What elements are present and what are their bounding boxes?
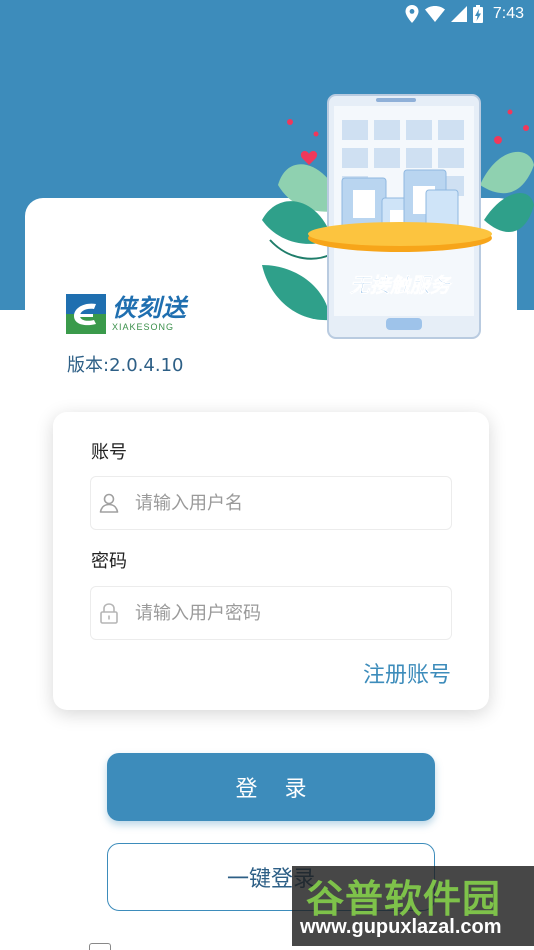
xiakesong-logo-icon bbox=[66, 294, 106, 334]
watermark-site-name: 谷普软件园 bbox=[306, 877, 502, 921]
user-icon bbox=[99, 493, 119, 513]
watermark: 谷普软件园 www.gupuxlazal.com bbox=[292, 866, 534, 946]
watermark-url: www.gupuxlazal.com bbox=[300, 916, 502, 938]
location-icon bbox=[405, 5, 419, 23]
password-field[interactable] bbox=[90, 586, 452, 640]
agreement-checkbox[interactable] bbox=[89, 943, 111, 950]
password-input[interactable] bbox=[135, 602, 435, 624]
lock-icon bbox=[100, 603, 118, 624]
app-logo: 侠刻送 XIAKESONG bbox=[66, 294, 187, 334]
login-form-card: 账号 密码 注册账号 bbox=[53, 412, 489, 710]
logo-name-en: XIAKESONG bbox=[112, 322, 175, 332]
account-input[interactable] bbox=[135, 492, 435, 514]
status-bar: 7:43 bbox=[0, 0, 534, 28]
login-button[interactable]: 登 录 bbox=[107, 753, 435, 821]
status-icons: 7:43 bbox=[405, 4, 524, 24]
register-account-link[interactable]: 注册账号 bbox=[363, 657, 451, 689]
status-time: 7:43 bbox=[492, 5, 524, 22]
battery-charging-icon bbox=[472, 5, 483, 23]
hero-banner-text: 无接触服务 bbox=[350, 273, 453, 297]
wifi-icon bbox=[424, 6, 445, 22]
logo-name-cn: 侠刻送 bbox=[112, 294, 187, 322]
signal-icon bbox=[450, 6, 467, 22]
password-label: 密码 bbox=[91, 551, 127, 572]
account-label: 账号 bbox=[91, 442, 127, 463]
app-version: 版本:2.0.4.10 bbox=[67, 355, 184, 376]
hero-illustration: 无接触服务 bbox=[262, 94, 534, 339]
account-field[interactable] bbox=[90, 476, 452, 530]
